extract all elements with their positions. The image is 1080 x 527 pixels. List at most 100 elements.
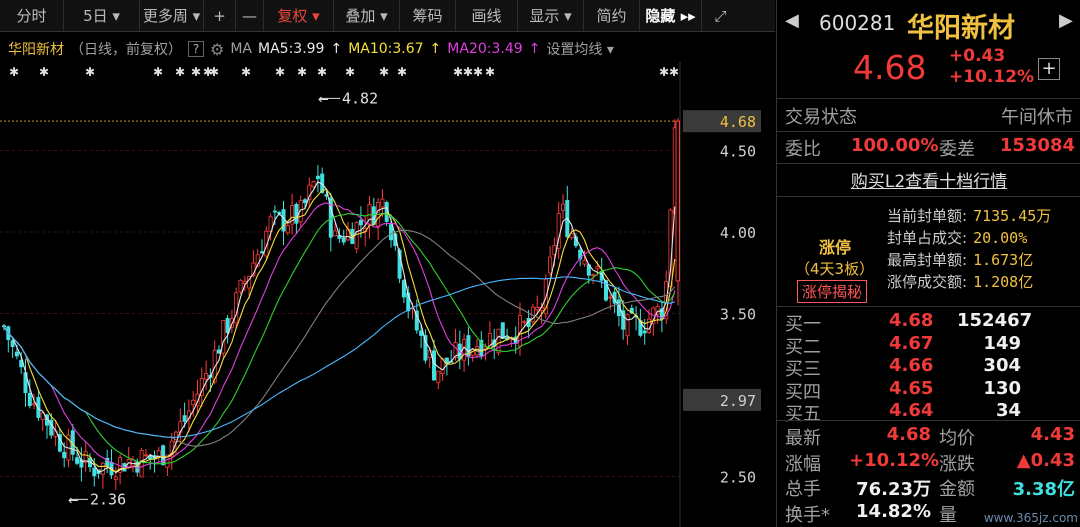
toolbar-button[interactable]: 5日 ▾ bbox=[64, 0, 140, 32]
event-marker-icon: ✱ bbox=[39, 65, 49, 79]
bid-volume: 152467 bbox=[957, 310, 1033, 331]
stat-value: +10.12% bbox=[849, 449, 940, 471]
ma5-value: MA5:3.99 bbox=[258, 41, 325, 57]
toolbar-button[interactable]: 叠加 ▾ bbox=[334, 0, 400, 32]
chart-legend: 华阳新材 （日线，前复权） ? ⚙ MA MA5:3.99 ↑ MA10:3.6… bbox=[0, 37, 775, 61]
prev-stock-icon[interactable]: ◀ bbox=[785, 10, 799, 31]
high-marker-label: 4.82 bbox=[342, 89, 378, 107]
buy-l2-link[interactable]: 购买L2查看十档行情 bbox=[851, 172, 1007, 192]
candle-body bbox=[113, 476, 118, 480]
stat-label: 涨跌 bbox=[939, 453, 975, 475]
ma250-line bbox=[3, 276, 675, 438]
candle-body bbox=[608, 296, 613, 299]
candle-body bbox=[548, 256, 553, 274]
weibi-value: 100.00% bbox=[851, 135, 939, 156]
candle-body bbox=[380, 198, 385, 208]
limit-up-title: 涨停 bbox=[819, 238, 852, 257]
limit-up-reveal-button[interactable]: 涨停揭秘 bbox=[797, 280, 868, 303]
event-marker-icon: ✱ bbox=[297, 65, 307, 79]
candle-body bbox=[642, 330, 647, 334]
bid-price: 4.67 bbox=[889, 332, 934, 354]
price-change-pct: +10.12% bbox=[949, 67, 1035, 87]
ma10-value: MA10:3.67 bbox=[348, 41, 424, 57]
y-axis-tick-label: 4.50 bbox=[720, 143, 756, 161]
toolbar-button[interactable]: 更多周 ▾ bbox=[140, 0, 204, 32]
event-marker-icon: ✱ bbox=[397, 65, 407, 79]
add-watchlist-button[interactable]: + bbox=[1038, 58, 1060, 80]
bid-volume: 149 bbox=[983, 332, 1021, 354]
bid-volume: 34 bbox=[995, 400, 1021, 421]
candle-body bbox=[431, 350, 436, 381]
event-marker-icon: ✱ bbox=[669, 65, 679, 79]
event-marker-icon: ✱ bbox=[485, 65, 495, 79]
stat-label: 总手 bbox=[785, 479, 821, 500]
stat-label: 换手* bbox=[785, 504, 830, 526]
candle-body bbox=[675, 120, 680, 282]
candle-body bbox=[225, 318, 230, 334]
toolbar-button[interactable]: 筹码 bbox=[400, 0, 456, 32]
candle-body bbox=[388, 224, 393, 241]
candle-body bbox=[191, 399, 196, 406]
candle-body bbox=[92, 467, 97, 477]
toolbar-button[interactable]: + bbox=[204, 0, 236, 32]
price-block: 4.68 +0.43 +10.12% + bbox=[777, 46, 1080, 94]
period-label: （日线，前复权） bbox=[70, 42, 182, 58]
candle-body bbox=[302, 199, 307, 204]
event-marker-icon: ✱ bbox=[241, 65, 251, 79]
watermark: www.365jz.com bbox=[983, 511, 1078, 525]
stat-value: 3.38亿 bbox=[1012, 479, 1075, 500]
candle-body bbox=[535, 306, 540, 311]
candle-body bbox=[311, 181, 316, 187]
stat-value: 14.82% bbox=[856, 500, 931, 522]
toolbar-button[interactable]: 画线 bbox=[456, 0, 518, 32]
stock-code: 600281 bbox=[819, 11, 896, 35]
detail-label: 封单占成交: bbox=[887, 229, 968, 247]
limit-up-detail-row: 最高封单额: 1.673亿 bbox=[887, 249, 1033, 270]
event-marker-icon: ✱ bbox=[453, 65, 463, 79]
candle-body bbox=[62, 451, 67, 459]
event-marker-icon: ✱ bbox=[175, 65, 185, 79]
quote-header: ◀ 600281 华阳新材 ▶ bbox=[777, 0, 1080, 46]
candle-body bbox=[238, 279, 243, 293]
candle-body bbox=[436, 370, 441, 384]
stat-value: ▲0.43 bbox=[1016, 449, 1075, 471]
price-change: +0.43 bbox=[949, 46, 1006, 66]
candle-body bbox=[625, 314, 630, 337]
event-marker-icon: ✱ bbox=[379, 65, 389, 79]
event-marker-icon: ✱ bbox=[473, 65, 483, 79]
limit-up-board: （4天3板） bbox=[795, 260, 875, 278]
bid-volume: 304 bbox=[983, 355, 1021, 376]
toolbar-button[interactable]: 分时 bbox=[0, 0, 64, 32]
next-stock-icon[interactable]: ▶ bbox=[1059, 10, 1073, 31]
detail-label: 最高封单额: bbox=[887, 251, 968, 269]
gear-icon[interactable]: ⚙ bbox=[210, 40, 224, 59]
toolbar-button[interactable]: — bbox=[236, 0, 264, 32]
quote-panel: ◀ 600281 华阳新材 ▶ 4.68 +0.43 +10.12% + 交易状… bbox=[776, 0, 1080, 527]
limit-up-detail-row: 当前封单额: 7135.45万 bbox=[887, 205, 1051, 226]
status-label: 交易状态 bbox=[785, 107, 857, 128]
candle-body bbox=[315, 175, 320, 180]
arrow-left-icon: ← bbox=[68, 493, 79, 508]
detail-label: 当前封单额: bbox=[887, 207, 968, 225]
toolbar-button[interactable]: 复权 ▾ bbox=[264, 0, 334, 32]
candle-body bbox=[294, 204, 299, 224]
bid-price: 4.64 bbox=[889, 400, 934, 421]
stat-label: 涨幅 bbox=[785, 453, 821, 475]
toolbar-button[interactable]: 显示 ▾ bbox=[518, 0, 584, 32]
limit-up-block: 涨停 （4天3板） 涨停揭秘 当前封单额: 7135.45万 封单占成交: 20.00… bbox=[777, 207, 1080, 308]
candle-body bbox=[100, 462, 105, 475]
expand-icon[interactable]: ⤢ bbox=[702, 0, 739, 32]
stat-label: 均价 bbox=[939, 428, 975, 449]
toolbar-button[interactable]: 简约 bbox=[584, 0, 640, 32]
candle-body bbox=[130, 459, 135, 466]
candle-body bbox=[27, 392, 32, 407]
toolbar-button[interactable]: 隐藏 ▸▸ bbox=[640, 0, 702, 32]
arrow-up-icon: ↑ bbox=[330, 41, 343, 57]
bid-price: 4.66 bbox=[889, 355, 934, 376]
stat-value: 4.43 bbox=[1030, 424, 1075, 445]
event-marker-icon: ✱ bbox=[153, 65, 163, 79]
candlestick-chart[interactable]: 4.684.504.003.502.972.50✱ ✱ ✱ ✱ ✱ ✱ ✱✱ ✱ ✱ ✱ ✱ ✱ ✱ ✱ ✱… bbox=[0, 62, 775, 527]
event-marker-icon: ✱ bbox=[9, 65, 19, 79]
help-button[interactable]: ? bbox=[188, 41, 204, 57]
ma-settings-button[interactable]: 设置均线 ▾ bbox=[546, 39, 613, 59]
